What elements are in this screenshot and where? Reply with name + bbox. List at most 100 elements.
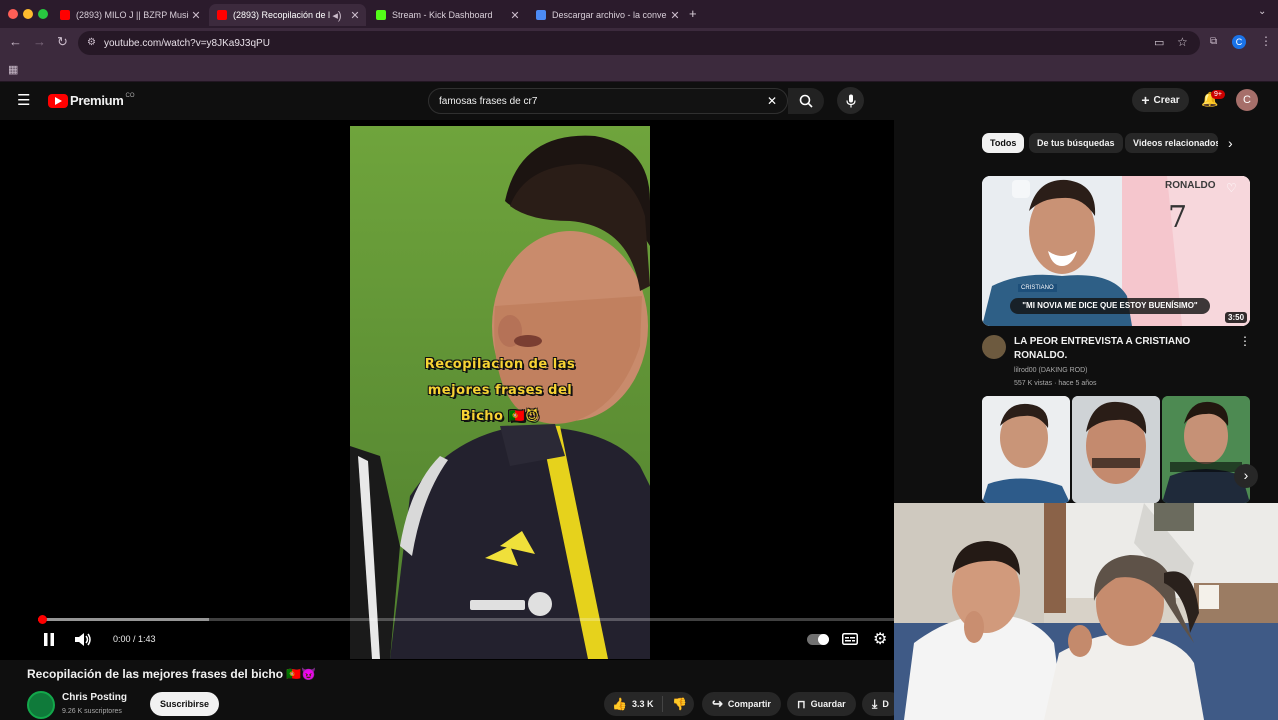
chips-next-icon[interactable]: › [1228, 135, 1233, 151]
youtube-favicon-icon [217, 10, 227, 20]
tab-title: (2893) Recopilación de la [233, 10, 330, 20]
thumbnail-badge [1012, 180, 1030, 198]
tab-search-icon[interactable]: ⌄ [1258, 6, 1266, 17]
recommended-channel-avatar[interactable] [982, 335, 1006, 359]
channel-name[interactable]: Chris Posting [62, 692, 127, 703]
microphone-icon [845, 94, 856, 107]
close-tab-icon[interactable]: ✕ [189, 9, 203, 22]
share-arrow-icon: ↪ [712, 696, 723, 711]
like-count: 3.3 K [631, 699, 654, 709]
video-duration: 3:50 [1225, 312, 1248, 323]
bookmark-icon: ⊓ [797, 698, 806, 711]
browser-tab[interactable]: Descargar archivo - la conve ✕ [528, 4, 686, 26]
video-player[interactable]: Recopilacion de las mejores frases del B… [0, 120, 894, 660]
settings-gear-icon[interactable]: ⚙ [873, 629, 887, 649]
maximize-window-icon[interactable] [38, 9, 48, 19]
recommended-title[interactable]: LA PEOR ENTREVISTA A CRISTIANO RONALDO. [1014, 335, 1229, 363]
save-button[interactable]: ⊓ Guardar [787, 692, 856, 716]
share-button[interactable]: ↪ Compartir [702, 692, 781, 716]
browser-tab-bar: (2893) MILO J || BZRP Music ✕ (2893) Rec… [0, 0, 1278, 28]
extensions-icon[interactable]: ⧉ [1210, 36, 1217, 47]
url-bar[interactable]: ⚙ youtube.com/watch?v=y8JKa9J3qPU ▭ ☆ [78, 31, 1200, 55]
download-label: D [882, 699, 889, 709]
notification-badge: 9+ [1211, 90, 1225, 99]
subtitles-icon[interactable] [842, 633, 858, 645]
browser-tab[interactable]: Stream - Kick Dashboard ✕ [368, 4, 526, 26]
cast-icon[interactable]: ▭ [1154, 36, 1164, 49]
overlay-line: Bicho 🇵🇹😈 [460, 409, 540, 424]
short-thumbnail[interactable] [1072, 396, 1160, 503]
create-label: Crear [1153, 94, 1180, 106]
back-icon[interactable]: ← [9, 34, 22, 49]
minimize-window-icon[interactable] [23, 9, 33, 19]
reload-icon[interactable]: ↻ [57, 34, 68, 50]
overlay-line: mejores frases del [427, 383, 573, 398]
chip-videos-relacionados[interactable]: Videos relacionados [1125, 133, 1218, 153]
bookmark-star-icon[interactable]: ☆ [1177, 35, 1188, 49]
close-window-icon[interactable] [8, 9, 18, 19]
overlay-line: Recopilacion de las [424, 357, 576, 372]
autoplay-knob [818, 634, 829, 645]
share-label: Compartir [727, 699, 771, 709]
webcam-overlay [894, 503, 1278, 720]
buffered-bar [38, 618, 210, 621]
create-button[interactable]: + Crear [1132, 88, 1189, 112]
short-thumbnail[interactable] [982, 396, 1070, 503]
tab-title: Descargar archivo - la conve [552, 10, 667, 20]
scrubber-handle[interactable] [38, 615, 48, 624]
save-label: Guardar [810, 699, 846, 709]
search-input[interactable]: famosas frases de cr7 ✕ [428, 88, 788, 114]
dislike-button[interactable]: 👎 [663, 697, 687, 711]
jersey-name: RONALDO [1165, 180, 1216, 191]
youtube-favicon-icon [60, 10, 70, 20]
logo-region: CO [125, 92, 135, 99]
forward-icon[interactable]: → [33, 34, 46, 49]
url-text: youtube.com/watch?v=y8JKa9J3qPU [104, 37, 270, 49]
search-button[interactable] [788, 88, 824, 114]
search-query-text: famosas frases de cr7 [439, 95, 538, 107]
close-tab-icon[interactable]: ✕ [668, 9, 682, 22]
watch-later-icon[interactable]: ♡ [1226, 181, 1237, 195]
browser-tab-active[interactable]: (2893) Recopilación de la ◂) ✕ [209, 4, 366, 26]
close-tab-icon[interactable]: ✕ [348, 9, 362, 22]
site-info-icon[interactable]: ⚙ [87, 37, 96, 48]
channel-avatar[interactable] [27, 691, 55, 719]
thumbs-up-icon: 👍 [612, 697, 627, 711]
subscriber-count: 9.26 K suscriptores [62, 708, 122, 715]
profile-avatar[interactable]: C [1232, 35, 1246, 49]
progress-bar[interactable] [38, 615, 894, 624]
audio-icon[interactable]: ◂) [330, 9, 344, 22]
kick-favicon-icon [376, 10, 386, 20]
video-frame[interactable]: Recopilacion de las mejores frases del B… [350, 126, 650, 659]
short-image [1162, 396, 1250, 503]
browser-toolbar: ← → ↻ ⚙ youtube.com/watch?v=y8JKa9J3qPU … [0, 28, 1278, 58]
more-options-icon[interactable]: ⋮ [1239, 334, 1251, 348]
short-image [1072, 396, 1160, 503]
volume-icon[interactable] [75, 632, 92, 647]
recommended-thumbnail[interactable]: RONALDO 7 CRISTIANO "MI NOVIA ME DICE QU… [982, 176, 1250, 326]
like-button[interactable]: 👍 3.3 K [604, 696, 663, 712]
thumbnail-tag: CRISTIANO [1018, 284, 1057, 292]
plus-icon: + [1141, 92, 1150, 108]
subscribe-button[interactable]: Suscribirse [150, 692, 220, 716]
account-avatar[interactable]: C [1236, 89, 1258, 111]
apps-grid-icon[interactable]: ▦ [8, 63, 18, 76]
chip-de-tus-busquedas[interactable]: De tus búsquedas [1029, 133, 1123, 153]
close-tab-icon[interactable]: ✕ [508, 9, 522, 22]
jersey-number: 7 [1168, 200, 1188, 235]
browser-tab[interactable]: (2893) MILO J || BZRP Music ✕ [52, 4, 207, 26]
pause-icon[interactable] [43, 633, 55, 646]
clear-search-icon[interactable]: ✕ [767, 94, 777, 108]
short-thumbnail[interactable] [1162, 396, 1250, 503]
voice-search-button[interactable] [837, 87, 864, 114]
chip-todos[interactable]: Todos [982, 133, 1025, 153]
browser-menu-icon[interactable]: ⋮ [1260, 34, 1272, 48]
new-tab-button[interactable]: + [689, 6, 697, 21]
shorts-next-button[interactable]: › [1234, 464, 1258, 488]
hamburger-menu-icon[interactable]: ☰ [17, 91, 30, 109]
autoplay-toggle[interactable] [807, 634, 829, 645]
search-icon [799, 94, 813, 108]
download-icon: ⤓ [872, 696, 878, 711]
youtube-logo[interactable]: Premium CO [48, 93, 135, 108]
webcam-image [894, 503, 1278, 720]
